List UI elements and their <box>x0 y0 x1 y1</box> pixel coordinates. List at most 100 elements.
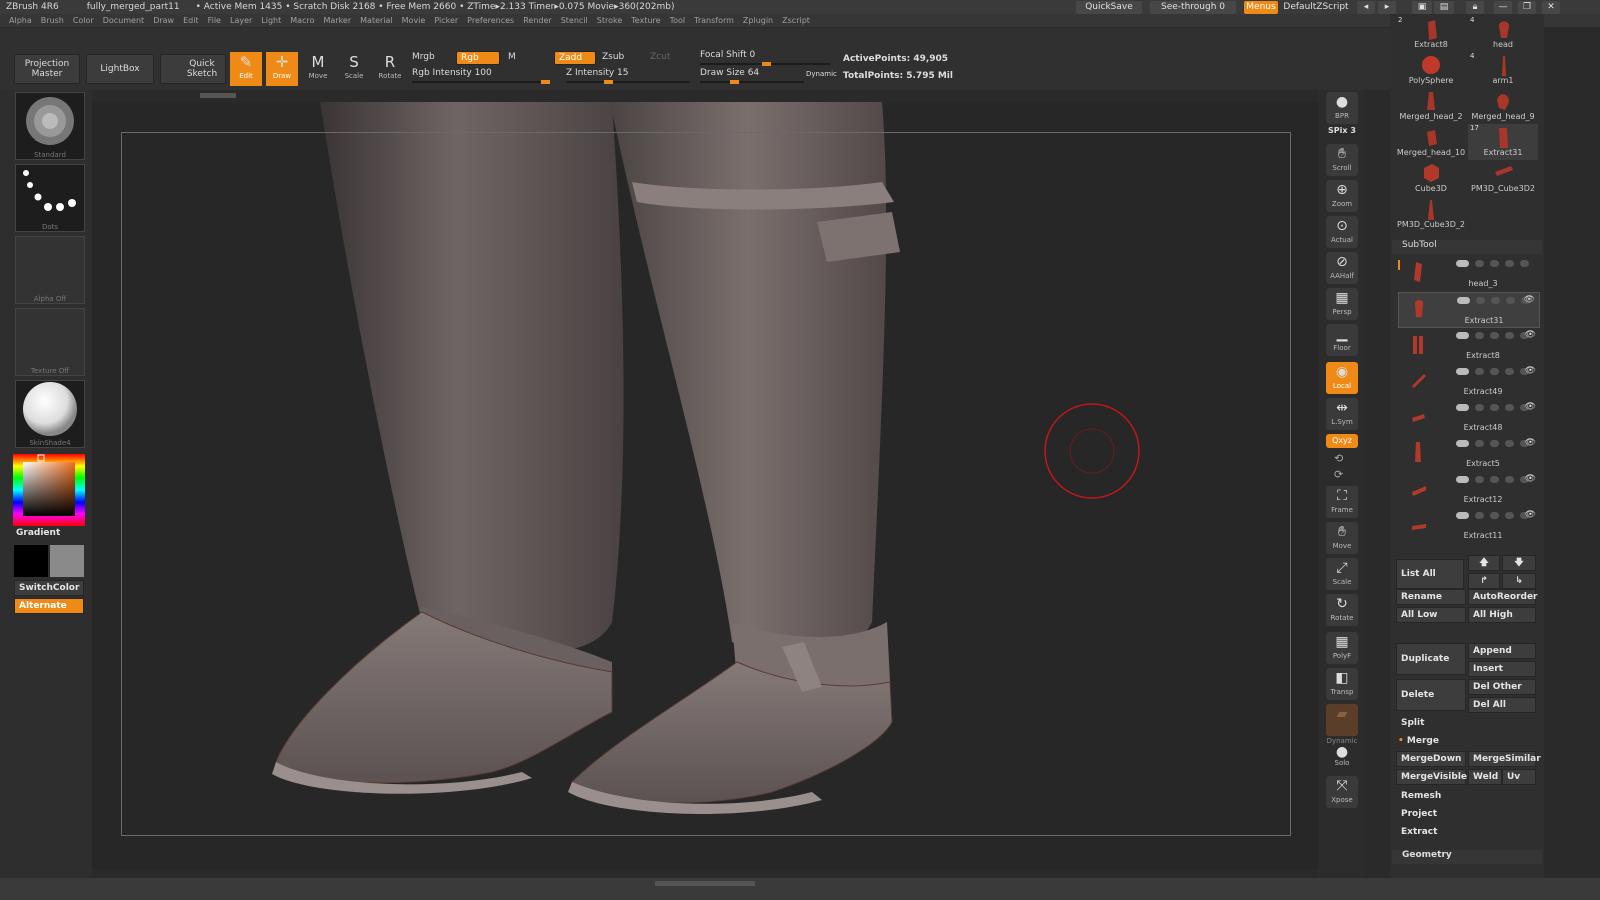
maximize-icon[interactable]: ❐ <box>1518 1 1536 14</box>
tool-item[interactable]: Extract8 2 <box>1396 16 1466 52</box>
subtool-item[interactable]: 👁︎ Extract48 <box>1398 400 1540 436</box>
texture-slot[interactable]: Texture Off <box>15 308 85 376</box>
subtool-item[interactable]: 👁︎ Extract31 <box>1398 292 1540 328</box>
subtool-item[interactable]: head_3 <box>1398 256 1540 292</box>
zadd-button[interactable]: Zadd <box>554 51 596 65</box>
alpha-slot[interactable]: Alpha Off <box>15 236 85 304</box>
eye-icon[interactable]: 👁︎ <box>1524 295 1535 305</box>
del-all-button[interactable]: Del All <box>1468 697 1536 713</box>
see-through-slider[interactable]: See-through 0 <box>1150 1 1236 14</box>
weld-button[interactable]: Weld <box>1468 769 1502 785</box>
main-color-swatch[interactable] <box>14 545 48 577</box>
close-icon[interactable]: ✕ <box>1542 1 1560 14</box>
persp-button[interactable]: ▦ Persp <box>1326 288 1358 320</box>
menu-stencil[interactable]: Stencil <box>561 16 588 25</box>
secondary-color-swatch[interactable] <box>50 545 84 577</box>
eye-icon[interactable]: 👁︎ <box>1525 474 1536 484</box>
quicksave-button[interactable]: QuickSave <box>1076 1 1142 14</box>
focal-shift-slider[interactable]: Focal Shift 0 <box>700 50 830 66</box>
menu-marker[interactable]: Marker <box>323 16 351 25</box>
menu-texture[interactable]: Texture <box>631 16 660 25</box>
eye-icon[interactable]: 👁︎ <box>1525 330 1536 340</box>
xyz-button[interactable]: Qxyz <box>1326 434 1358 448</box>
m-button[interactable]: M <box>508 52 516 65</box>
brush-slot[interactable]: Standard <box>15 92 85 160</box>
floor-button[interactable]: ▁ Floor <box>1326 324 1358 356</box>
aahalf-button[interactable]: ⊘ AAHalf <box>1326 252 1358 284</box>
polyf-button[interactable]: ▦ PolyF <box>1326 632 1358 664</box>
lightbox-button[interactable]: LightBox <box>86 54 154 84</box>
arrow-up-right-icon[interactable]: ↱ <box>1468 573 1500 589</box>
prev-icon[interactable]: ◂ <box>1357 1 1375 14</box>
rotate-button[interactable]: R Rotate <box>374 52 406 86</box>
horizontal-scroll-handle[interactable] <box>200 93 236 98</box>
menu-alpha[interactable]: Alpha <box>9 16 32 25</box>
solo-button[interactable]: ● Solo <box>1326 745 1358 771</box>
menu-brush[interactable]: Brush <box>41 16 64 25</box>
default-zscript-button[interactable]: DefaultZScript <box>1280 1 1352 14</box>
merge-section-label[interactable]: • Merge <box>1398 736 1439 746</box>
menu-zplugin[interactable]: Zplugin <box>743 16 773 25</box>
arrow-down-right-icon[interactable]: ↳ <box>1502 573 1536 589</box>
zcut-button[interactable]: Zcut <box>650 52 670 65</box>
switchcolor-button[interactable]: SwitchColor <box>14 580 84 596</box>
move-view-button[interactable]: ✋︎ Move <box>1326 522 1358 554</box>
layout-icon[interactable]: ▣ <box>1412 1 1432 14</box>
menu-material[interactable]: Material <box>360 16 393 25</box>
color-picker[interactable] <box>13 454 85 526</box>
scale-button[interactable]: S Scale <box>338 52 370 86</box>
menu-preferences[interactable]: Preferences <box>467 16 514 25</box>
tool-item[interactable]: PolySphere <box>1396 52 1466 88</box>
layout2-icon[interactable]: ▤ <box>1434 1 1454 14</box>
all-high-button[interactable]: All High <box>1468 607 1536 623</box>
menu-edit[interactable]: Edit <box>183 16 199 25</box>
ghost-button[interactable]: ▰ <box>1326 704 1358 736</box>
all-low-button[interactable]: All Low <box>1396 607 1466 623</box>
local-button[interactable]: ◉ Local <box>1326 362 1358 394</box>
tool-item[interactable]: head 4 <box>1468 16 1538 52</box>
eye-icon[interactable]: 👁︎ <box>1525 510 1536 520</box>
uv-button[interactable]: Uv <box>1502 769 1536 785</box>
tool-item[interactable]: Merged_head_2 <box>1396 88 1466 124</box>
actual-button[interactable]: ⊙ Actual <box>1326 216 1358 248</box>
eye-icon[interactable]: 👁︎ <box>1525 438 1536 448</box>
spix-slider[interactable]: SPix 3 <box>1326 126 1358 135</box>
alternate-button[interactable]: Alternate <box>14 598 84 614</box>
menu-light[interactable]: Light <box>261 16 281 25</box>
draw-size-slider[interactable]: Draw Size 64 <box>700 68 804 84</box>
bpr-button[interactable]: ● BPR <box>1326 92 1358 124</box>
tool-item[interactable]: Merged_head_10 <box>1396 124 1466 160</box>
bottom-scroll-handle[interactable] <box>655 881 755 886</box>
subtool-toggles[interactable] <box>1456 260 1536 269</box>
transp-button[interactable]: ◧ Transp <box>1326 668 1358 700</box>
rgb-button[interactable]: Rgb <box>456 51 500 65</box>
duplicate-button[interactable]: Duplicate <box>1396 643 1466 675</box>
rgb-intensity-slider[interactable]: Rgb Intensity 100 <box>412 68 550 84</box>
subtool-item[interactable]: 👁︎ Extract49 <box>1398 364 1540 400</box>
menu-color[interactable]: Color <box>73 16 94 25</box>
tool-item[interactable]: Cube3D <box>1396 160 1466 196</box>
menu-macro[interactable]: Macro <box>290 16 314 25</box>
geometry-header[interactable]: Geometry <box>1392 850 1542 864</box>
rotate-z-icon[interactable]: ⟳ <box>1334 468 1343 481</box>
menu-tool[interactable]: Tool <box>670 16 686 25</box>
eye-icon[interactable]: 👁︎ <box>1525 402 1536 412</box>
menu-picker[interactable]: Picker <box>434 16 458 25</box>
append-button[interactable]: Append <box>1468 643 1536 659</box>
move-button[interactable]: M Move <box>302 52 334 86</box>
mergesimilar-button[interactable]: MergeSimilar <box>1468 751 1541 767</box>
delete-button[interactable]: Delete <box>1396 679 1466 711</box>
subtool-item[interactable]: 👁︎ Extract12 <box>1398 472 1540 508</box>
autoreorder-button[interactable]: AutoReorder <box>1468 589 1538 605</box>
dynamic-button[interactable]: Dynamic <box>806 70 837 83</box>
eye-icon[interactable]: 👁︎ <box>1525 366 1536 376</box>
menu-transform[interactable]: Transform <box>694 16 734 25</box>
remesh-button[interactable]: Remesh <box>1396 788 1536 804</box>
stroke-slot[interactable]: Dots <box>15 164 85 232</box>
scale-view-button[interactable]: ⤢ Scale <box>1326 558 1358 590</box>
menu-document[interactable]: Document <box>103 16 144 25</box>
zoom-button[interactable]: ⊕ Zoom <box>1326 180 1358 212</box>
tool-item[interactable]: Extract31 17 <box>1468 124 1538 160</box>
rotate-view-button[interactable]: ↻ Rotate <box>1326 594 1358 626</box>
tool-item[interactable]: PM3D_Cube3D2 <box>1468 160 1538 196</box>
